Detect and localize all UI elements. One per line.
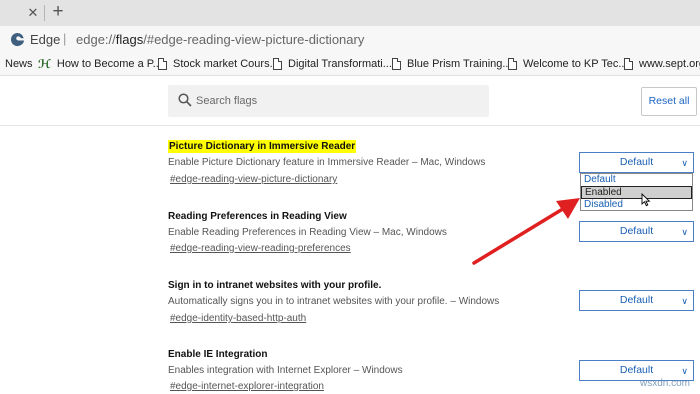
- bookmark-label: Welcome to KP Tec...: [523, 58, 628, 70]
- bookmark-label: www.sept.org/: [639, 58, 700, 70]
- close-tab-icon[interactable]: ✕: [24, 4, 42, 22]
- page-icon: [273, 58, 282, 70]
- flag-title: Picture Dictionary in Immersive Reader: [168, 140, 357, 153]
- bookmark-news[interactable]: News: [5, 58, 33, 72]
- bookmark-label: Stock market Cours...: [173, 58, 279, 70]
- bookmark-digital-transformation[interactable]: Digital Transformati...: [273, 58, 392, 72]
- flag-link[interactable]: #edge-reading-view-reading-preferences: [170, 243, 351, 254]
- flag-title: Sign in to intranet websites with your p…: [168, 280, 382, 291]
- new-tab-button[interactable]: +: [48, 2, 68, 22]
- bookmark-welcome-kp[interactable]: Welcome to KP Tec...: [508, 58, 628, 72]
- flag-select[interactable]: Default ∨: [579, 152, 694, 173]
- flag-select[interactable]: Default ∨: [579, 221, 694, 242]
- bookmark-label: How to Become a P...: [56, 58, 162, 70]
- page-icon: [158, 58, 167, 70]
- bookmark-sept-org[interactable]: www.sept.org/: [624, 58, 700, 72]
- flag-link[interactable]: #edge-internet-explorer-integration: [170, 381, 324, 392]
- address-separator: |: [63, 31, 67, 46]
- page-icon: [624, 58, 633, 70]
- tab-divider: [44, 5, 45, 21]
- search-input[interactable]: [196, 92, 476, 110]
- watermark-text: wsxdn.com: [640, 378, 691, 389]
- reset-all-button[interactable]: Reset all: [641, 87, 697, 116]
- flag-description: Enable Picture Dictionary feature in Imm…: [168, 157, 486, 168]
- flag-description: Enable Reading Preferences in Reading Vi…: [168, 227, 447, 238]
- bookmark-label: Blue Prism Training...: [407, 58, 512, 70]
- url-scheme: edge://: [76, 32, 116, 47]
- flag-select[interactable]: Default ∨: [579, 290, 694, 311]
- select-value: Default: [619, 225, 654, 237]
- flag-description: Automatically signs you in to intranet w…: [168, 296, 500, 307]
- chevron-down-icon: ∨: [681, 227, 688, 237]
- bookmark-label: Digital Transformati...: [288, 58, 392, 70]
- page-icon: [508, 58, 517, 70]
- flag-description: Enables integration with Internet Explor…: [168, 365, 403, 376]
- url-host: flags: [115, 32, 144, 47]
- url-fragment: /#edge-reading-view-picture-dictionary: [143, 32, 365, 47]
- bookmark-blue-prism[interactable]: Blue Prism Training...: [392, 58, 512, 72]
- select-value: Default: [619, 294, 654, 306]
- option-enabled[interactable]: Enabled: [581, 186, 692, 199]
- flag-title: Enable IE Integration: [168, 349, 268, 360]
- browser-name: Edge: [30, 32, 61, 47]
- flag-title: Reading Preferences in Reading View: [168, 211, 347, 222]
- select-value: Default: [619, 364, 654, 376]
- option-default[interactable]: Default: [584, 174, 616, 186]
- bookmark-stock-market[interactable]: Stock market Cours...: [158, 58, 279, 72]
- browser-window: ✕ + Edge | edge://flags/#edge-reading-vi…: [0, 0, 700, 394]
- annotation-arrow-icon: [472, 198, 580, 265]
- bookmark-label: News: [5, 58, 33, 70]
- flag-link[interactable]: #edge-identity-based-http-auth: [170, 313, 306, 324]
- bookmark-how-to-become[interactable]: ℋ How to Become a P...: [38, 58, 162, 72]
- page-icon: [392, 58, 401, 70]
- search-icon: [178, 93, 192, 107]
- chevron-down-icon: ∨: [681, 158, 688, 168]
- mouse-pointer-icon: [641, 193, 651, 207]
- flag-link[interactable]: #edge-reading-view-picture-dictionary: [170, 174, 337, 185]
- tab-strip: [0, 0, 700, 26]
- select-value: Default: [619, 156, 654, 168]
- select-dropdown-list: Default Enabled Disabled: [580, 173, 693, 211]
- edge-logo-icon: [11, 32, 25, 47]
- site-logo-icon: ℋ: [38, 57, 51, 71]
- chevron-down-icon: ∨: [681, 296, 688, 306]
- url-text[interactable]: edge://flags/#edge-reading-view-picture-…: [76, 32, 364, 47]
